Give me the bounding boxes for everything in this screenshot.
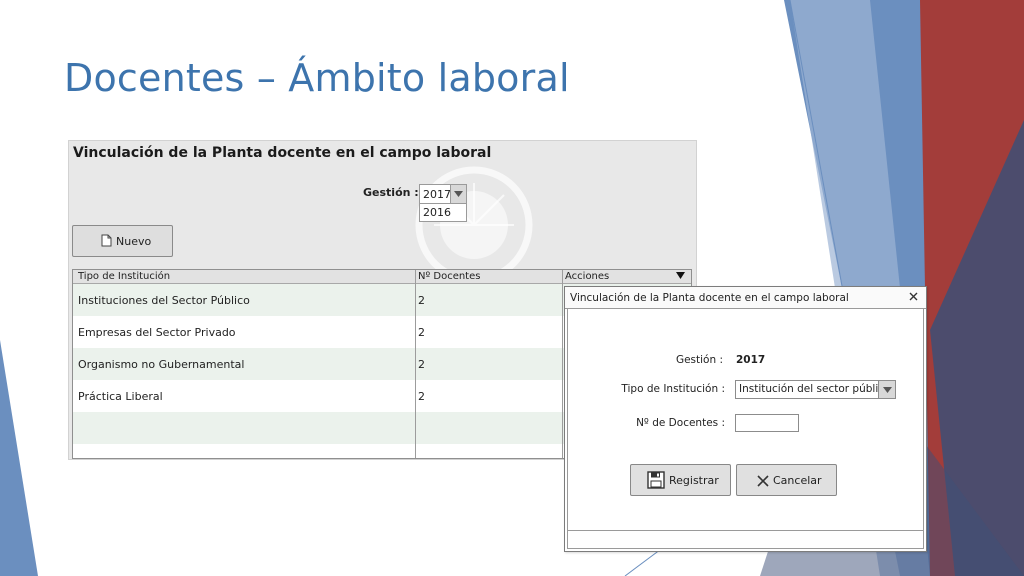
cell-tipo: Empresas del Sector Privado (78, 326, 236, 339)
x-icon (757, 475, 769, 487)
header-docentes[interactable]: Nº Docentes (418, 271, 480, 282)
dialog-title: Vinculación de la Planta docente en el c… (570, 292, 849, 304)
gestion-label: Gestión : (363, 186, 419, 199)
dialog-titlebar: Vinculación de la Planta docente en el c… (565, 287, 926, 309)
document-icon (101, 234, 112, 247)
floppy-disk-icon (647, 471, 665, 489)
ndocentes-input[interactable] (735, 414, 799, 432)
gestion-dropdown-button[interactable] (450, 185, 466, 203)
cell-docentes: 2 (418, 294, 425, 307)
cell-tipo: Organismo no Gubernamental (78, 358, 245, 371)
header-acciones[interactable]: Acciones (565, 271, 609, 282)
gestion-select[interactable]: 2017 (419, 184, 467, 204)
gestion-selected-value: 2017 (423, 188, 451, 201)
cell-tipo: Práctica Liberal (78, 390, 163, 403)
registrar-button-label: Registrar (669, 474, 719, 487)
column-divider (415, 270, 416, 458)
cancelar-button-label: Cancelar (773, 474, 822, 487)
cell-tipo: Instituciones del Sector Público (78, 294, 250, 307)
triangle-down-icon[interactable] (676, 272, 685, 279)
tipo-institucion-label: Tipo de Institución : (621, 383, 725, 395)
registrar-button[interactable]: Registrar (630, 464, 731, 496)
close-icon[interactable] (909, 292, 918, 301)
tipo-institucion-value: Institución del sector público (739, 383, 891, 395)
dialog-gestion-value: 2017 (736, 354, 766, 366)
cell-docentes: 2 (418, 326, 425, 339)
cancelar-button[interactable]: Cancelar (736, 464, 837, 496)
dialog-gestion-label: Gestión : (675, 354, 723, 366)
nuevo-button-label: Nuevo (116, 235, 152, 248)
nuevo-button[interactable]: Nuevo (72, 225, 173, 257)
left-accent-shape (0, 340, 38, 576)
dialog-status-bar (567, 531, 924, 549)
column-divider (562, 270, 563, 458)
tipo-dropdown-button[interactable] (878, 381, 895, 398)
ndocentes-label: Nº de Docentes : (636, 417, 725, 429)
table-header: Tipo de Institución Nº Docentes Acciones (73, 270, 691, 284)
triangle-down-icon (883, 387, 892, 393)
registration-dialog: Vinculación de la Planta docente en el c… (564, 286, 927, 552)
gestion-option-2016[interactable]: 2016 (419, 203, 467, 222)
panel-title: Vinculación de la Planta docente en el c… (73, 145, 492, 161)
dialog-body: Gestión : 2017 Tipo de Institución : Ins… (567, 309, 924, 531)
header-tipo[interactable]: Tipo de Institución (78, 271, 170, 282)
slide-title: Docentes – Ámbito laboral (64, 56, 570, 100)
triangle-down-icon (454, 191, 463, 197)
tipo-institucion-select[interactable]: Institución del sector público (735, 380, 896, 399)
cell-docentes: 2 (418, 390, 425, 403)
cell-docentes: 2 (418, 358, 425, 371)
